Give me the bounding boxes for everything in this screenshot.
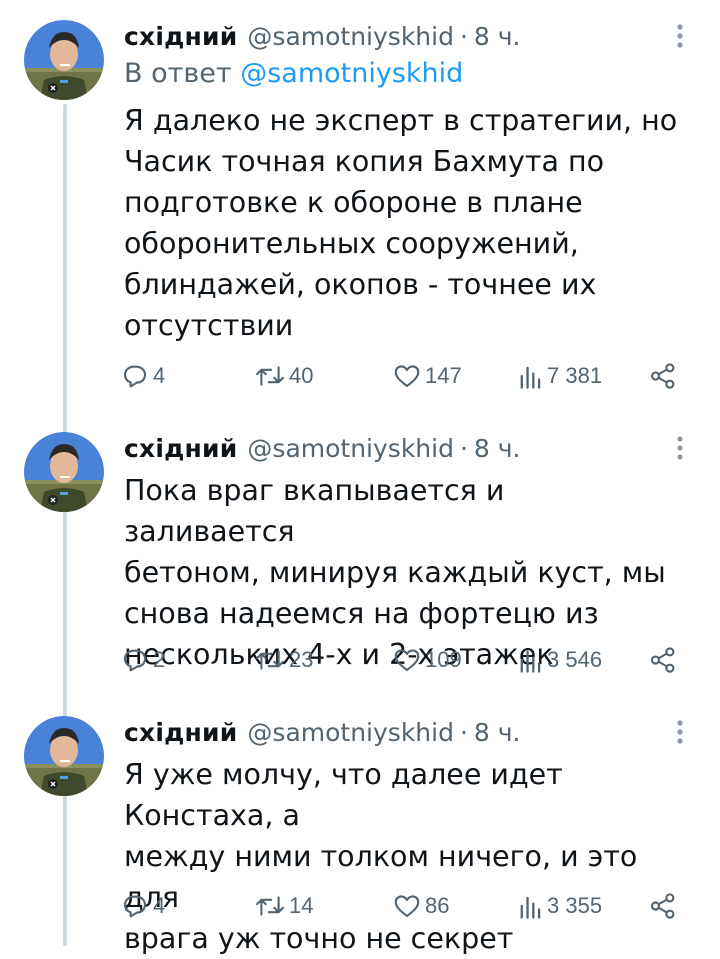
author-handle[interactable]: @samotniyskhid [247, 22, 454, 51]
tweet-text: Я далеко не эксперт в стратегии, но Часи… [124, 104, 678, 342]
share-button[interactable] [648, 886, 678, 926]
reply-mention-link[interactable]: @samotniyskhid [240, 58, 463, 89]
author-handle[interactable]: @samotniyskhid [247, 718, 454, 747]
reply-button[interactable]: 2 [120, 640, 165, 680]
heart-icon [392, 361, 422, 391]
tweet-actions: 4 40 147 7 381 [120, 356, 700, 396]
tweet-time[interactable]: 8 ч. [474, 718, 521, 747]
retweet-button[interactable]: 23 [254, 640, 313, 680]
heart-icon [392, 891, 422, 921]
tweet-actions: 2 23 109 3 546 [120, 640, 700, 680]
tweet-header: східний @samotniyskhid · 8 ч. [124, 428, 521, 468]
reply-button[interactable]: 4 [120, 886, 165, 926]
views-button[interactable]: 7 381 [518, 356, 602, 396]
share-button[interactable] [648, 356, 678, 396]
tweet-actions: 4 14 86 3 355 [120, 886, 700, 926]
views-count: 3 355 [547, 893, 603, 918]
tweet[interactable]: східний @samotniyskhid · 8 ч. Пока враг … [0, 428, 720, 698]
like-button[interactable]: 86 [392, 886, 449, 926]
views-icon [518, 891, 544, 921]
like-count: 109 [425, 647, 462, 672]
reply-count: 4 [153, 363, 166, 388]
retweet-count: 40 [289, 363, 314, 388]
reply-count: 2 [153, 647, 166, 672]
retweet-count: 23 [289, 647, 314, 672]
views-count: 7 381 [547, 363, 603, 388]
views-count: 3 546 [547, 647, 603, 672]
retweet-button[interactable]: 40 [254, 356, 313, 396]
avatar[interactable] [24, 432, 104, 512]
reply-icon [120, 891, 150, 921]
like-count: 86 [425, 893, 450, 918]
author-name[interactable]: східний [124, 718, 237, 747]
retweet-button[interactable]: 14 [254, 886, 313, 926]
tweet[interactable]: східний @samotniyskhid · 8 ч. Я уже молч… [0, 712, 720, 955]
author-name[interactable]: східний [124, 22, 237, 51]
retweet-count: 14 [289, 893, 314, 918]
tweet-header: східний @samotniyskhid · 8 ч. [124, 16, 521, 56]
like-button[interactable]: 147 [392, 356, 462, 396]
like-button[interactable]: 109 [392, 640, 462, 680]
retweet-icon [254, 891, 286, 921]
tweet-text: Я уже молчу, что далее идет Констаха, а … [124, 758, 638, 955]
tweet-time[interactable]: 8 ч. [474, 22, 521, 51]
reply-icon [120, 361, 150, 391]
share-button[interactable] [648, 640, 678, 680]
tweet-time[interactable]: 8 ч. [474, 434, 521, 463]
retweet-icon [254, 645, 286, 675]
share-icon [648, 361, 678, 391]
reply-icon [120, 645, 150, 675]
heart-icon [392, 645, 422, 675]
separator-dot: · [459, 21, 468, 51]
retweet-icon [254, 361, 286, 391]
views-button[interactable]: 3 355 [518, 886, 602, 926]
reply-prefix: В ответ [124, 58, 232, 89]
separator-dot: · [459, 717, 468, 747]
author-name[interactable]: східний [124, 434, 237, 463]
reply-context: В ответ @samotniyskhid [124, 58, 463, 89]
tweet-header: східний @samotniyskhid · 8 ч. [124, 712, 521, 752]
reply-button[interactable]: 4 [120, 356, 165, 396]
more-icon[interactable] [670, 434, 690, 464]
share-icon [648, 891, 678, 921]
separator-dot: · [459, 433, 468, 463]
views-icon [518, 361, 544, 391]
views-button[interactable]: 3 546 [518, 640, 602, 680]
avatar[interactable] [24, 716, 104, 796]
more-icon[interactable] [670, 718, 690, 748]
avatar[interactable] [24, 20, 104, 100]
views-icon [518, 645, 544, 675]
reply-count: 4 [153, 893, 166, 918]
like-count: 147 [425, 363, 462, 388]
more-icon[interactable] [670, 22, 690, 52]
tweet[interactable]: східний @samotniyskhid · 8 ч. В ответ @s… [0, 16, 720, 416]
share-icon [648, 645, 678, 675]
author-handle[interactable]: @samotniyskhid [247, 434, 454, 463]
